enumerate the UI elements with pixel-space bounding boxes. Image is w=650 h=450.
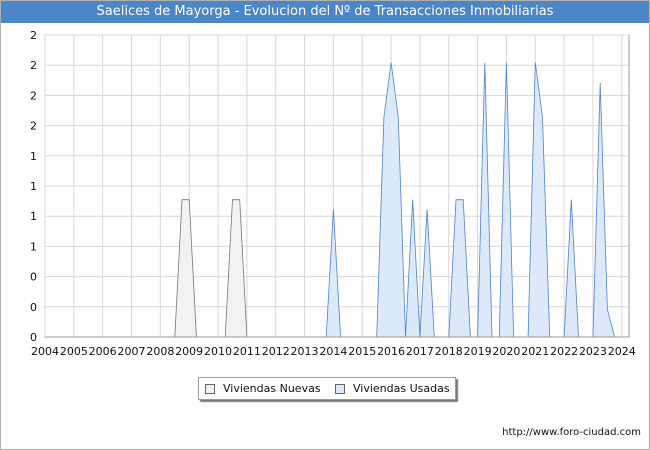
- legend-swatch-usadas: [335, 384, 345, 394]
- y-tick-label: 0: [30, 331, 37, 344]
- x-tick-label: 2008: [146, 345, 174, 358]
- y-tick-label: 1: [30, 180, 37, 193]
- y-tick-label: 1: [30, 240, 37, 253]
- x-tick-label: 2018: [435, 345, 463, 358]
- x-tick-label: 2015: [348, 345, 376, 358]
- x-tick-label: 2022: [550, 345, 578, 358]
- x-tick-label: 2020: [492, 345, 520, 358]
- x-tick-label: 2010: [204, 345, 232, 358]
- x-tick-label: 2024: [608, 345, 636, 358]
- y-tick-label: 1: [30, 150, 37, 163]
- x-tick-label: 2009: [175, 345, 203, 358]
- y-tick-label: 2: [30, 59, 37, 72]
- legend-label-usadas: Viviendas Usadas: [353, 382, 450, 395]
- x-tick-label: 2012: [262, 345, 290, 358]
- x-tick-label: 2005: [60, 345, 88, 358]
- x-tick-label: 2014: [319, 345, 347, 358]
- x-tick-label: 2013: [291, 345, 319, 358]
- legend-label-nuevas: Viviendas Nuevas: [223, 382, 321, 395]
- y-tick-label: 2: [30, 29, 37, 42]
- y-tick-label: 0: [30, 301, 37, 314]
- x-tick-label: 2019: [464, 345, 492, 358]
- x-tick-label: 2006: [89, 345, 117, 358]
- x-tick-label: 2007: [118, 345, 146, 358]
- x-tick-label: 2004: [31, 345, 59, 358]
- x-tick-label: 2023: [579, 345, 607, 358]
- y-tick-label: 2: [30, 120, 37, 133]
- footer-link[interactable]: http://www.foro-ciudad.com: [502, 427, 641, 438]
- y-tick-label: 1: [30, 210, 37, 223]
- legend-swatch-nuevas: [205, 384, 215, 394]
- x-tick-label: 2016: [377, 345, 405, 358]
- chart-legend: Viviendas Nuevas Viviendas Usadas: [198, 377, 456, 400]
- x-tick-label: 2011: [233, 345, 261, 358]
- x-tick-label: 2021: [521, 345, 549, 358]
- x-tick-label: 2017: [406, 345, 434, 358]
- y-tick-label: 2: [30, 89, 37, 102]
- y-tick-label: 0: [30, 271, 37, 284]
